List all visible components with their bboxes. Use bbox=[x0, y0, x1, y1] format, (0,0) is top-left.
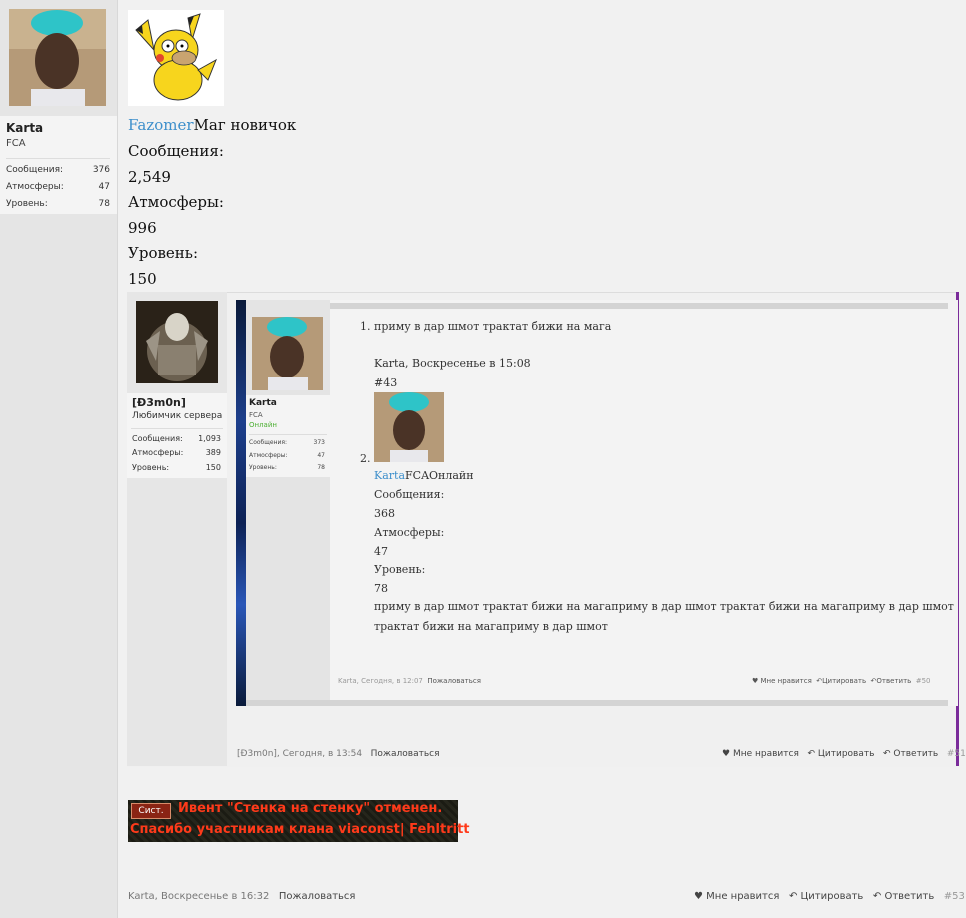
shot-footer-meta: Karta, Сегодня, в 12:07 Пожаловаться bbox=[338, 677, 481, 685]
shot-avatar bbox=[252, 317, 323, 390]
level-value: 150 bbox=[128, 270, 157, 288]
event-banner-image: Сист. Ивент "Стенка на стенку" отменен. … bbox=[128, 800, 470, 842]
reply-button[interactable]: ↶ Ответить bbox=[873, 891, 934, 902]
profile-name-line: FazomerМаг новичок bbox=[128, 116, 296, 134]
shot-top-bar bbox=[246, 303, 948, 309]
divider bbox=[131, 428, 223, 429]
author-link[interactable]: Karta bbox=[128, 891, 155, 902]
quote-button[interactable]: ↶ Цитировать bbox=[789, 891, 863, 902]
shot-msg-value: 368 bbox=[374, 507, 395, 520]
username[interactable]: Karta bbox=[6, 121, 43, 135]
shot-body-line2: трактат бижи на магаприму в дар шмот bbox=[374, 620, 608, 633]
divider bbox=[249, 434, 327, 435]
shot-item1-num: 1. bbox=[360, 320, 371, 333]
demon-username[interactable]: [Ɖ3m0n] bbox=[132, 396, 186, 409]
like-button[interactable]: ♥ Мне нравится bbox=[694, 891, 779, 902]
profile-title: Маг новичок bbox=[193, 116, 297, 134]
heart-icon: ♥ bbox=[722, 749, 731, 759]
reply-icon: ↶ bbox=[872, 891, 882, 902]
report-link[interactable]: Пожаловаться bbox=[279, 891, 356, 902]
demon-report-link[interactable]: Пожаловаться bbox=[371, 749, 440, 759]
shot-body-line1: приму в дар шмот трактат бижи на магапри… bbox=[374, 600, 954, 613]
shot-stat-atmospheres: Атмосферы: 47 bbox=[249, 452, 325, 459]
shot-item2-num: 2. bbox=[360, 452, 371, 465]
shot-stat-messages: Сообщения: 373 bbox=[249, 439, 325, 446]
shot-online-status: Онлайн bbox=[249, 421, 277, 429]
atmo-value: 996 bbox=[128, 219, 157, 237]
stat-level: Уровень: 78 bbox=[6, 199, 110, 209]
shot-msg-label: Сообщения: bbox=[374, 488, 445, 501]
demon-quote-button[interactable]: ↶ Цитировать bbox=[807, 749, 874, 759]
heart-icon: ♥ bbox=[694, 891, 703, 902]
divider bbox=[6, 158, 110, 159]
shot-lvl-value: 78 bbox=[374, 582, 388, 595]
shot-stat-level: Уровень: 78 bbox=[249, 464, 325, 471]
event-line1: Ивент "Стенка на стенку" отменен. bbox=[178, 801, 443, 816]
demon-avatar[interactable] bbox=[136, 301, 218, 383]
shot-footer-actions: ♥ Мне нравится ↶Цитировать ↶Ответить #50 bbox=[752, 677, 931, 685]
demon-post-actions: ♥ Мне нравится ↶ Цитировать ↶ Ответить #… bbox=[722, 749, 966, 759]
post-meta: Karta, Воскресенье в 16:32 Пожаловаться bbox=[128, 891, 356, 902]
system-badge: Сист. bbox=[131, 803, 171, 819]
embedded-screenshot bbox=[236, 300, 958, 706]
shot-profile-line: KartaFCAОнлайн bbox=[374, 469, 474, 482]
shot-postnum: #43 bbox=[374, 376, 398, 389]
atmo-label: Атмосферы: bbox=[128, 193, 224, 211]
shot-bottom-bar bbox=[246, 700, 948, 706]
stat-messages: Сообщения: 376 bbox=[6, 165, 110, 175]
demon-author-link[interactable]: [Ɖ3m0n] bbox=[237, 749, 277, 759]
messages-value-link[interactable]: 2,549 bbox=[128, 168, 171, 186]
event-line2: Спасибо участникам клана viaconst| Fehlt… bbox=[130, 822, 470, 837]
stat-atmospheres: Атмосферы: 47 bbox=[6, 182, 110, 192]
avatar[interactable] bbox=[9, 9, 106, 106]
demon-stat-level: Уровень: 150 bbox=[132, 463, 221, 472]
profile-name-link[interactable]: Fazomer bbox=[128, 116, 194, 134]
messages-label: Сообщения: bbox=[128, 142, 224, 160]
shot-atmo-value: 47 bbox=[374, 545, 388, 558]
shot-atmo-label: Атмосферы: bbox=[374, 526, 445, 539]
shot-group: FCA bbox=[249, 411, 263, 419]
reply-icon: ↶ bbox=[883, 749, 891, 759]
shot-lvl-label: Уровень: bbox=[374, 563, 426, 576]
post-number[interactable]: #53 bbox=[944, 891, 965, 902]
post-actions: ♥ Мне нравится ↶ Цитировать ↶ Ответить #… bbox=[694, 891, 965, 902]
shot-item1: приму в дар шмот трактат бижи на мага bbox=[374, 320, 612, 333]
pikachu-homer-image bbox=[128, 10, 224, 106]
demon-like-button[interactable]: ♥ Мне нравится bbox=[722, 749, 799, 759]
demon-stat-atmospheres: Атмосферы: 389 bbox=[132, 448, 221, 457]
user-group: FCA bbox=[6, 138, 26, 149]
quote-icon: ↶ bbox=[788, 891, 798, 902]
heart-icon: ♥ bbox=[752, 677, 759, 685]
shot-inner-avatar bbox=[374, 392, 444, 462]
demon-title: Любимчик сервера bbox=[132, 411, 223, 421]
demon-stat-messages: Сообщения: 1,093 bbox=[132, 434, 221, 443]
shot-meta: Karta, Воскресенье в 15:08 bbox=[374, 357, 531, 370]
shot-username: Karta bbox=[249, 398, 277, 408]
demon-post-meta: [Ɖ3m0n], Сегодня, в 13:54 Пожаловаться bbox=[237, 749, 440, 759]
quote-icon: ↶ bbox=[807, 749, 816, 759]
shot-decoration bbox=[236, 300, 246, 706]
demon-post-number[interactable]: #51 bbox=[947, 749, 966, 759]
level-label: Уровень: bbox=[128, 244, 199, 262]
demon-reply-button[interactable]: ↶ Ответить bbox=[883, 749, 938, 759]
